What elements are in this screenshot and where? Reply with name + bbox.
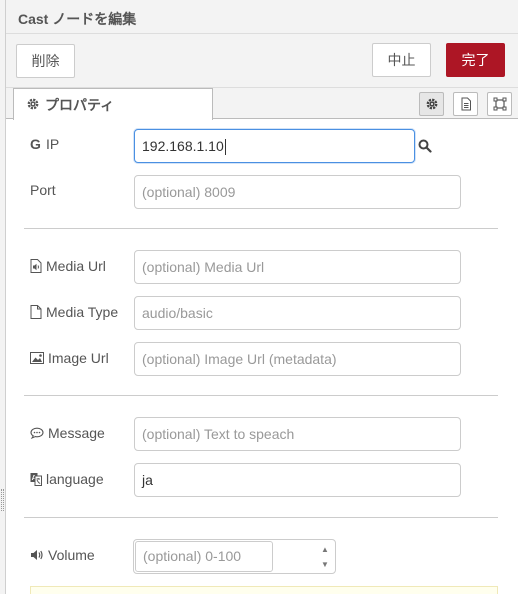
image-url-label: Image Url <box>30 350 109 366</box>
document-icon <box>461 97 471 111</box>
done-button[interactable]: 完了 <box>446 43 505 77</box>
spinner-up-arrow-icon[interactable]: ▲ <box>317 542 333 557</box>
media-url-placeholder: (optional) Media Url <box>142 259 265 275</box>
audio-file-icon <box>30 259 42 273</box>
language-label: A language <box>30 471 104 487</box>
media-type-label-text: Media Type <box>46 304 119 320</box>
message-label: Message <box>30 425 105 441</box>
node-settings-button[interactable] <box>419 92 444 116</box>
port-placeholder: (optional) 8009 <box>142 184 236 200</box>
message-placeholder: (optional) Text to speach <box>142 426 295 442</box>
volume-label-text: Volume <box>48 547 95 563</box>
image-url-label-text: Image Url <box>48 350 109 366</box>
tray-toolbar: 削除 中止 完了 <box>6 34 518 88</box>
tray-title: Cast ノードを編集 <box>18 11 137 27</box>
cancel-button[interactable]: 中止 <box>372 43 431 77</box>
tray-header: Cast ノードを編集 <box>6 0 518 34</box>
language-label-text: language <box>46 471 104 487</box>
image-url-placeholder: (optional) Image Url (metadata) <box>142 351 337 367</box>
ip-input[interactable]: 192.168.1.10 <box>134 129 415 163</box>
media-url-input[interactable]: (optional) Media Url <box>134 250 461 284</box>
frame-icon <box>493 97 507 111</box>
google-icon: G <box>30 137 41 151</box>
port-input[interactable]: (optional) 8009 <box>134 175 461 209</box>
language-value: ja <box>142 472 153 488</box>
ip-label-text: IP <box>46 136 60 152</box>
port-label-text: Port <box>30 182 56 198</box>
media-url-label-text: Media Url <box>46 258 106 274</box>
volume-placeholder: (optional) 0-100 <box>143 548 242 564</box>
message-input[interactable]: (optional) Text to speach <box>134 417 461 451</box>
tab-properties-label: プロパティ <box>45 97 115 113</box>
section-divider <box>24 228 498 229</box>
section-divider <box>24 517 498 518</box>
resize-grip[interactable] <box>1 489 4 511</box>
message-label-text: Message <box>48 425 105 441</box>
volume-icon <box>31 550 43 560</box>
spinner-down-arrow-icon[interactable]: ▼ <box>317 557 333 572</box>
language-icon: A <box>30 473 42 486</box>
media-type-input[interactable]: audio/basic <box>134 296 461 330</box>
tab-bar: プロパティ <box>6 88 518 120</box>
gear-icon <box>27 98 39 110</box>
volume-label: Volume <box>30 547 95 563</box>
language-input[interactable]: ja <box>134 463 461 497</box>
properties-form: G IP 192.168.1.10 Port (optional) 8009 M… <box>6 120 518 594</box>
svg-text:G: G <box>30 137 41 151</box>
media-type-placeholder: audio/basic <box>142 305 213 321</box>
comment-icon <box>30 427 44 439</box>
ip-value: 192.168.1.10 <box>142 138 224 154</box>
media-url-label: Media Url <box>30 258 106 274</box>
volume-input[interactable]: (optional) 0-100 <box>135 541 273 572</box>
image-icon <box>30 352 44 364</box>
tip-box <box>30 586 498 594</box>
gear-icon <box>426 98 438 110</box>
file-icon <box>30 305 42 319</box>
section-divider <box>24 395 498 396</box>
image-url-input[interactable]: (optional) Image Url (metadata) <box>134 342 461 376</box>
node-description-button[interactable] <box>453 92 478 116</box>
media-type-label: Media Type <box>30 304 118 320</box>
delete-button[interactable]: 削除 <box>16 44 75 78</box>
search-icon[interactable] <box>418 139 432 153</box>
node-appearance-button[interactable] <box>487 92 512 116</box>
tab-properties[interactable]: プロパティ <box>13 88 213 120</box>
port-label: Port <box>30 182 56 198</box>
ip-label: G IP <box>30 136 59 152</box>
volume-spinner[interactable]: (optional) 0-100 ▲ ▼ <box>133 539 336 574</box>
text-caret <box>224 139 226 156</box>
